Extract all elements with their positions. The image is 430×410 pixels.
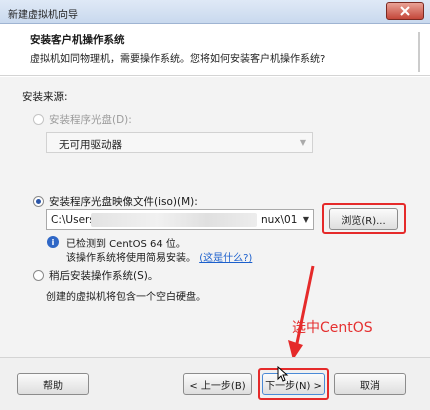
cancel-button[interactable]: 取消 (334, 373, 406, 395)
help-button[interactable]: 帮助 (17, 373, 89, 395)
next-highlight (258, 368, 329, 400)
back-button[interactable]: < 上一步(B) (183, 373, 252, 395)
annotation-arrow (288, 265, 315, 360)
cursor-icon (277, 366, 289, 382)
wizard-footer: 帮助 < 上一步(B) 下一步(N) > 取消 (0, 357, 430, 410)
